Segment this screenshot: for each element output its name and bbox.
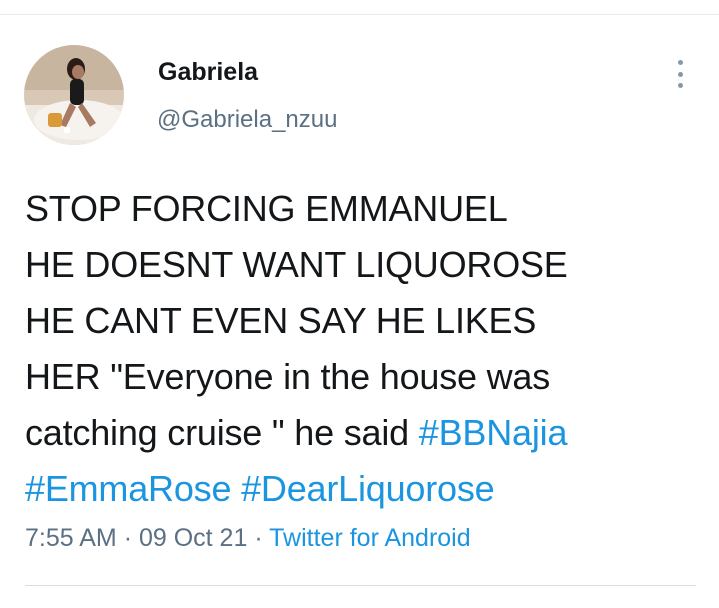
avatar-photo (24, 45, 124, 145)
tweet-line-with-hashtag: catching cruise " he said #BBNajia (25, 405, 705, 461)
bottom-divider (25, 585, 696, 586)
tweet-line: HER "Everyone in the house was (25, 356, 551, 397)
tweet-date[interactable]: 09 Oct 21 (139, 524, 247, 552)
hashtag-link[interactable]: #BBNajia (419, 412, 568, 453)
more-vertical-icon (677, 60, 683, 65)
tweet-line-text: catching cruise " he said (25, 412, 419, 453)
tweet-text: STOP FORCING EMMANUEL HE DOESNT WANT LIQ… (25, 181, 705, 517)
more-options-button[interactable] (668, 58, 692, 90)
tweet-source-link[interactable]: Twitter for Android (269, 524, 470, 552)
meta-separator: · (254, 524, 263, 552)
tweet-line: HE DOESNT WANT LIQUOROSE (25, 244, 568, 285)
hashtag-link[interactable]: #EmmaRose (25, 468, 231, 509)
more-dot (677, 83, 683, 88)
tweet-meta: 7:55 AM · 09 Oct 21 · Twitter for Androi… (25, 524, 471, 553)
hashtag-line: #EmmaRose #DearLiquorose (25, 461, 705, 517)
display-name[interactable]: Gabriela (158, 58, 258, 87)
tweet-time[interactable]: 7:55 AM (25, 524, 117, 552)
user-handle[interactable]: @Gabriela_nzuu (157, 106, 337, 134)
hashtag-link[interactable]: #DearLiquorose (241, 468, 495, 509)
meta-separator: · (123, 524, 133, 552)
tweet-line: STOP FORCING EMMANUEL (25, 188, 508, 229)
tweet-line: HE CANT EVEN SAY HE LIKES (25, 300, 537, 341)
avatar[interactable] (24, 45, 124, 145)
top-divider (0, 14, 719, 15)
more-dot (677, 71, 683, 77)
